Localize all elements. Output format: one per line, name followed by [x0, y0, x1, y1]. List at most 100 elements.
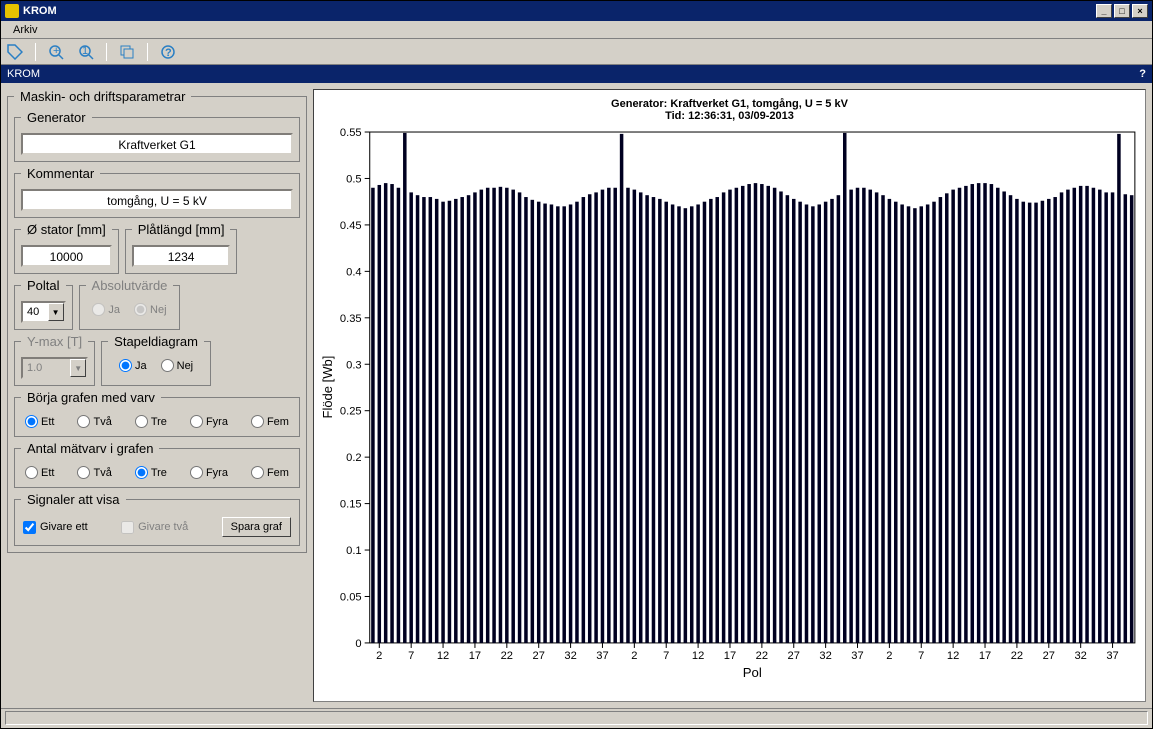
platlangd-group: Plåtlängd [mm] 1234	[125, 222, 238, 274]
svg-text:+: +	[53, 45, 59, 57]
stapeldiagram-nej-radio[interactable]: Nej	[161, 359, 194, 372]
minimize-button[interactable]: _	[1096, 4, 1112, 18]
svg-text:12: 12	[437, 650, 449, 662]
svg-text:0.05: 0.05	[340, 592, 362, 604]
svg-text:17: 17	[979, 650, 991, 662]
borja-group: Börja grafen med varv Ett Två Tre Fyra F…	[14, 390, 300, 437]
spara-graf-button[interactable]: Spara graf	[222, 517, 291, 537]
kommentar-group: Kommentar tomgång, U = 5 kV	[14, 166, 300, 218]
svg-text:37: 37	[596, 650, 608, 662]
stator-group: Ø stator [mm] 10000	[14, 222, 119, 274]
svg-text:0.1: 0.1	[346, 545, 361, 557]
poltal-legend: Poltal	[21, 278, 66, 293]
tool-windows-icon[interactable]	[117, 42, 137, 62]
antal-fyra-radio[interactable]: Fyra	[190, 466, 228, 479]
chevron-down-icon: ▼	[48, 303, 64, 321]
toolbar: + 1 ?	[1, 39, 1152, 65]
parameter-panel: Maskin- och driftsparametrar Generator K…	[7, 89, 307, 553]
svg-text:12: 12	[947, 650, 959, 662]
svg-text:0.3: 0.3	[346, 359, 361, 371]
svg-text:27: 27	[788, 650, 800, 662]
close-button[interactable]: ×	[1132, 4, 1148, 18]
svg-text:1: 1	[82, 45, 88, 57]
poltal-dropdown[interactable]: 40 ▼	[21, 301, 66, 323]
stator-input[interactable]: 10000	[21, 245, 112, 267]
parameter-panel-legend: Maskin- och driftsparametrar	[14, 89, 191, 104]
givare-ett-checkbox[interactable]: Givare ett	[23, 521, 88, 534]
sub-help-icon[interactable]: ?	[1139, 68, 1146, 80]
antal-legend: Antal mätvarv i grafen	[21, 441, 159, 456]
givare-tva-checkbox: Givare två	[121, 521, 188, 534]
app-window: KROM _ □ × Arkiv + 1 ? KROM ?	[0, 0, 1153, 729]
borja-tre-radio[interactable]: Tre	[135, 415, 167, 428]
svg-text:0.2: 0.2	[346, 452, 361, 464]
svg-text:22: 22	[756, 650, 768, 662]
menubar: Arkiv	[1, 21, 1152, 39]
sub-titlebar: KROM ?	[1, 65, 1152, 83]
generator-legend: Generator	[21, 110, 92, 125]
svg-text:17: 17	[469, 650, 481, 662]
titlebar: KROM _ □ ×	[1, 1, 1152, 21]
window-title: KROM	[23, 5, 57, 17]
svg-text:12: 12	[692, 650, 704, 662]
svg-text:32: 32	[819, 650, 831, 662]
ymax-group: Y-max [T] 1.0 ▼	[14, 334, 95, 386]
absolutvarde-group: Absolutvärde Ja Nej	[79, 278, 181, 330]
signaler-legend: Signaler att visa	[21, 492, 126, 507]
svg-text:7: 7	[408, 650, 414, 662]
poltal-group: Poltal 40 ▼	[14, 278, 73, 330]
svg-text:0.35: 0.35	[340, 313, 362, 325]
svg-text:2: 2	[631, 650, 637, 662]
stapeldiagram-group: Stapeldiagram Ja Nej	[101, 334, 211, 386]
svg-text:32: 32	[564, 650, 576, 662]
borja-fem-radio[interactable]: Fem	[251, 415, 289, 428]
svg-text:?: ?	[165, 47, 172, 59]
borja-fyra-radio[interactable]: Fyra	[190, 415, 228, 428]
absolutvarde-legend: Absolutvärde	[86, 278, 174, 293]
svg-text:Pol: Pol	[743, 665, 762, 680]
kommentar-legend: Kommentar	[21, 166, 100, 181]
poltal-value: 40	[23, 306, 48, 318]
svg-text:7: 7	[918, 650, 924, 662]
platlangd-legend: Plåtlängd [mm]	[132, 222, 231, 237]
borja-tva-radio[interactable]: Två	[77, 415, 111, 428]
menu-arkiv[interactable]: Arkiv	[7, 24, 43, 36]
generator-group: Generator Kraftverket G1	[14, 110, 300, 162]
tool-zoom-reset-icon[interactable]: 1	[76, 42, 96, 62]
generator-input[interactable]: Kraftverket G1	[21, 133, 293, 155]
stapeldiagram-ja-radio[interactable]: Ja	[119, 359, 147, 372]
absolutvarde-ja-radio: Ja	[92, 303, 120, 316]
kommentar-input[interactable]: tomgång, U = 5 kV	[21, 189, 293, 211]
signaler-group: Signaler att visa Givare ett Givare två …	[14, 492, 300, 546]
sub-title: KROM	[7, 68, 40, 80]
antal-group: Antal mätvarv i grafen Ett Två Tre Fyra …	[14, 441, 300, 488]
svg-text:0.25: 0.25	[340, 406, 362, 418]
svg-text:37: 37	[851, 650, 863, 662]
tool-zoom-in-icon[interactable]: +	[46, 42, 66, 62]
chevron-down-icon: ▼	[70, 359, 86, 377]
antal-tva-radio[interactable]: Två	[77, 466, 111, 479]
platlangd-input[interactable]: 1234	[132, 245, 231, 267]
ymax-value: 1.0	[23, 362, 70, 374]
content-area: Maskin- och driftsparametrar Generator K…	[1, 83, 1152, 708]
absolutvarde-nej-radio: Nej	[134, 303, 167, 316]
svg-text:0.45: 0.45	[340, 220, 362, 232]
svg-text:32: 32	[1074, 650, 1086, 662]
sidebar: Maskin- och driftsparametrar Generator K…	[7, 89, 307, 702]
app-icon	[5, 4, 19, 18]
borja-legend: Börja grafen med varv	[21, 390, 161, 405]
svg-text:0.5: 0.5	[346, 174, 361, 186]
tool-tag-icon[interactable]	[5, 42, 25, 62]
svg-text:0.15: 0.15	[340, 499, 362, 511]
maximize-button[interactable]: □	[1114, 4, 1130, 18]
ymax-legend: Y-max [T]	[21, 334, 88, 349]
chart-area: Generator: Kraftverket G1, tomgång, U = …	[313, 89, 1146, 702]
tool-help-icon[interactable]: ?	[158, 42, 178, 62]
svg-text:22: 22	[1011, 650, 1023, 662]
antal-fem-radio[interactable]: Fem	[251, 466, 289, 479]
antal-ett-radio[interactable]: Ett	[25, 466, 54, 479]
antal-tre-radio[interactable]: Tre	[135, 466, 167, 479]
svg-text:27: 27	[533, 650, 545, 662]
borja-ett-radio[interactable]: Ett	[25, 415, 54, 428]
chart-title: Generator: Kraftverket G1, tomgång, U = …	[314, 90, 1145, 122]
